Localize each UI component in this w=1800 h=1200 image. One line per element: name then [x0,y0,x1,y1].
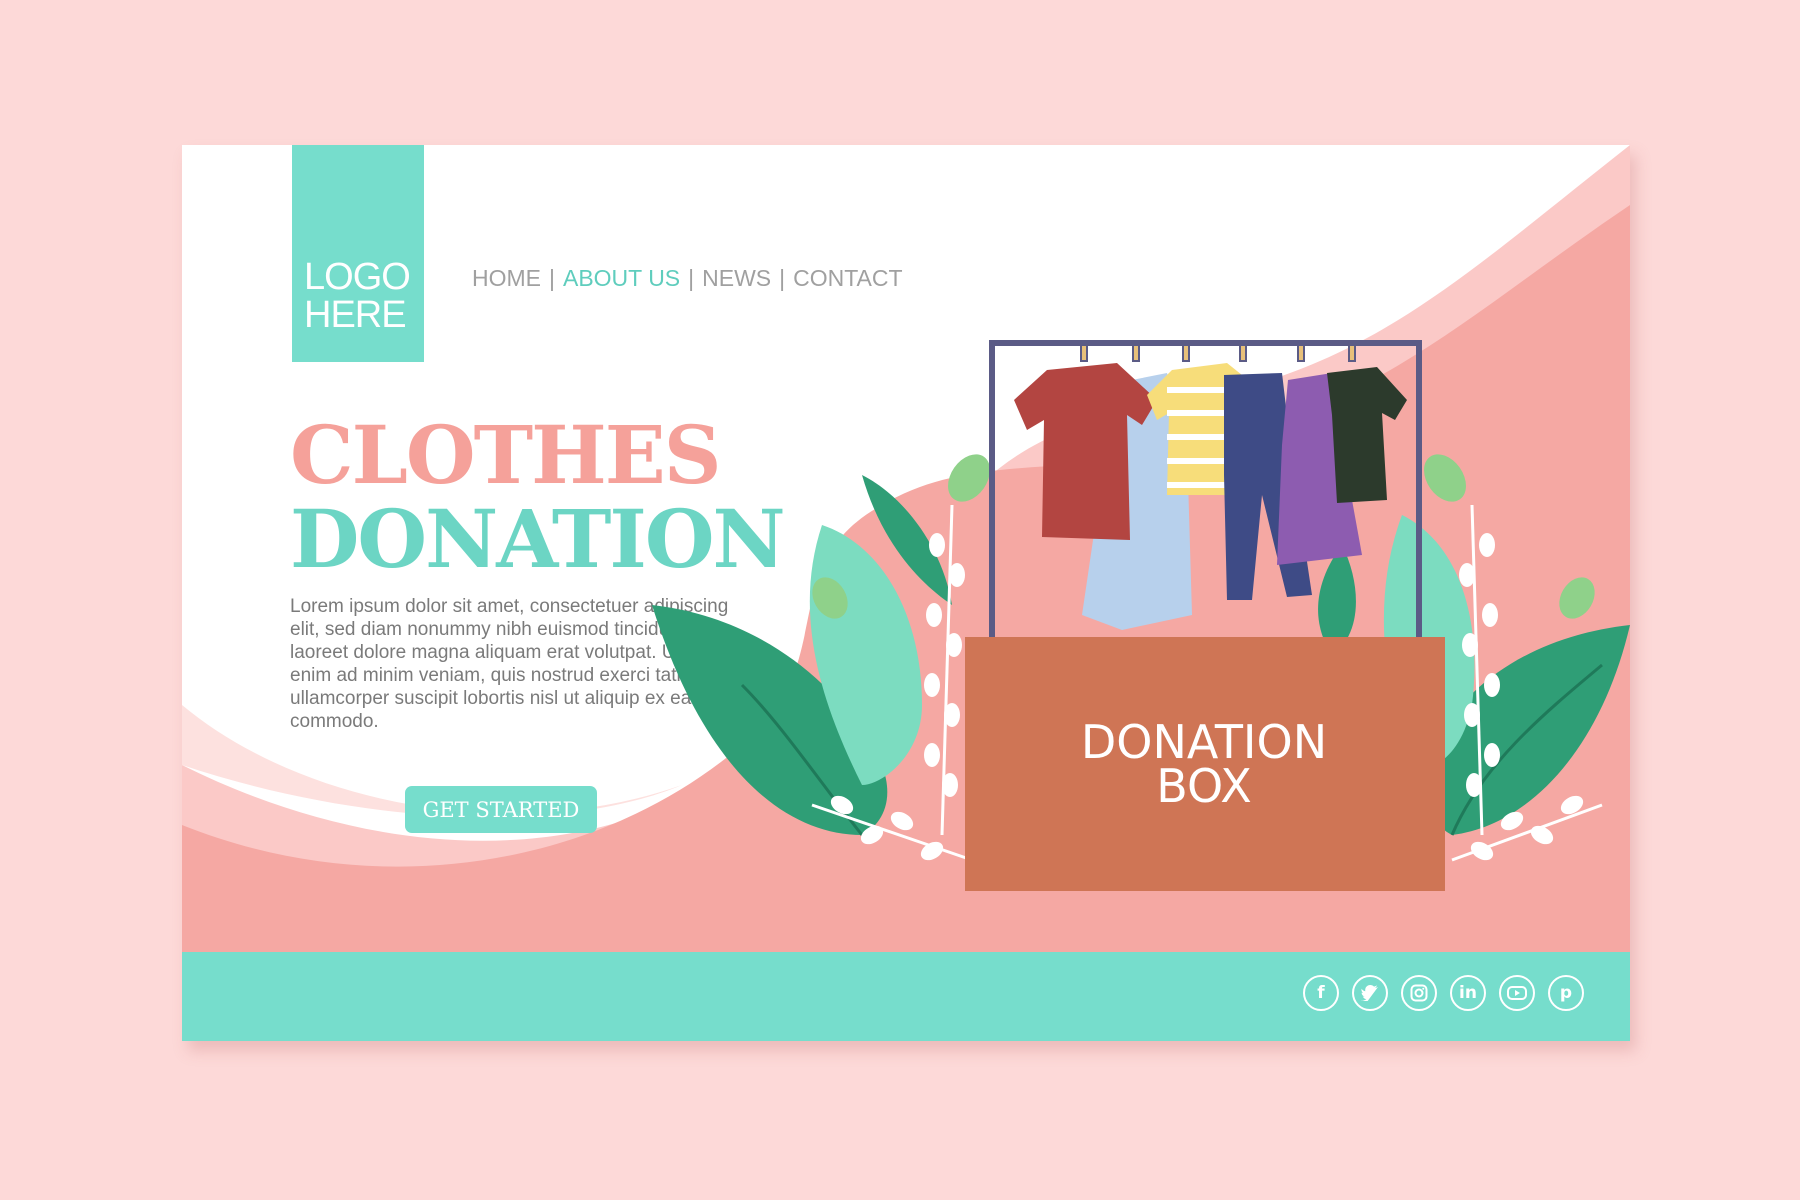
twitter-icon[interactable] [1352,975,1388,1011]
youtube-icon[interactable] [1499,975,1535,1011]
landing-card: LOGO HERE HOME | ABOUT US | NEWS | CONTA… [182,145,1630,1041]
facebook-icon[interactable]: f [1303,975,1339,1011]
instagram-icon[interactable] [1401,975,1437,1011]
twitter-bird-glyph [1361,985,1378,1001]
small-leaf [1559,577,1595,619]
donation-box [965,637,1445,891]
pinterest-icon[interactable]: p [1548,975,1584,1011]
donation-illustration [652,340,1630,891]
footer-bar: f in p [182,952,1630,1041]
hangers [1080,344,1356,362]
linkedin-icon[interactable]: in [1450,975,1486,1011]
small-leaf [1424,454,1466,502]
leaves-left [652,475,952,836]
dark-green-tshirt [1327,367,1407,503]
youtube-glyph [1507,986,1527,1000]
social-icons: f in p [1303,975,1584,1011]
instagram-glyph [1410,984,1428,1002]
